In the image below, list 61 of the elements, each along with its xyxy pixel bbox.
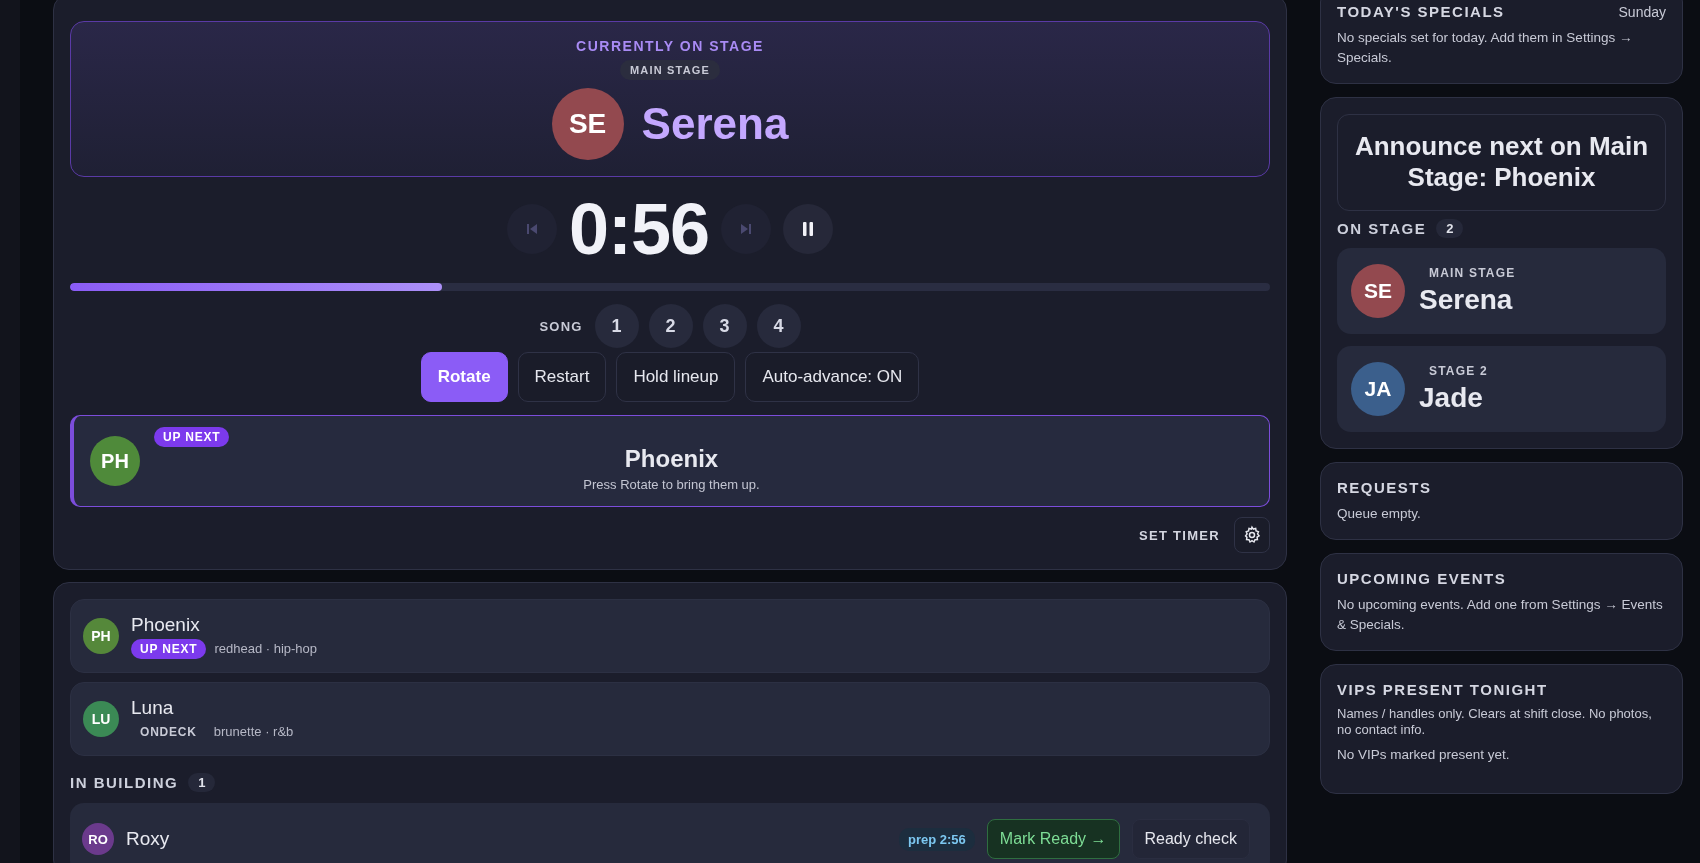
prep-timer: prep 2:56 bbox=[899, 827, 975, 851]
avatar: SE bbox=[551, 88, 624, 160]
performer-name: Serena bbox=[641, 99, 789, 149]
pause-button[interactable] bbox=[783, 204, 834, 254]
row-action-button[interactable]: Ready check bbox=[1131, 819, 1250, 859]
count-badge: 2 bbox=[1436, 218, 1464, 238]
up-next-badge: UP NEXT bbox=[154, 427, 230, 447]
note-text: Names / handles only. Clears at shift close. No photos, no contact info. bbox=[1337, 706, 1653, 738]
status-badge: UP NEXT bbox=[131, 638, 207, 659]
performer-name: Luna bbox=[131, 696, 175, 719]
performer-name: Serena bbox=[1419, 283, 1514, 316]
announce-text: Announce next on Main Stage: Phoenix bbox=[1337, 114, 1666, 211]
settings-button[interactable] bbox=[1234, 517, 1270, 553]
avatar: RO bbox=[82, 823, 114, 855]
song-label: SONG bbox=[539, 318, 583, 334]
song-button[interactable]: 2 bbox=[648, 304, 693, 348]
performer-name: Roxy bbox=[126, 828, 171, 850]
card-text: No VIPs marked present yet. bbox=[1337, 746, 1511, 765]
timer-display: 0:56 bbox=[568, 188, 710, 270]
row-action-button[interactable]: Mark Ready → bbox=[986, 819, 1120, 859]
song-button[interactable]: 1 bbox=[594, 304, 639, 348]
hint-text: Press Rotate to bring them up. bbox=[583, 476, 760, 492]
action-button[interactable]: Hold lineup bbox=[616, 352, 736, 402]
skip-back-icon bbox=[524, 222, 539, 236]
pause-icon bbox=[801, 221, 816, 237]
avatar: LU bbox=[83, 701, 119, 737]
set-timer-label: SET TIMER bbox=[1138, 527, 1220, 543]
hero-label: CURRENTLY ON STAGE bbox=[576, 38, 764, 54]
avatar: PH bbox=[90, 436, 140, 486]
tags-text: brunette · r&b bbox=[213, 724, 294, 739]
card-text: No upcoming events. Add one from Settings → Events & Specials. bbox=[1337, 596, 1664, 634]
card-title: UPCOMING EVENTS bbox=[1337, 570, 1508, 588]
performer-name: Phoenix bbox=[131, 613, 201, 636]
count-badge: 1 bbox=[188, 773, 216, 792]
settings-icon bbox=[1242, 525, 1262, 545]
action-button[interactable]: Auto-advance: ON bbox=[745, 352, 920, 402]
performer-name: Jade bbox=[1419, 381, 1484, 414]
performer-name: Phoenix bbox=[624, 444, 719, 473]
action-button[interactable]: Restart bbox=[517, 352, 607, 402]
card-title: TODAY'S SPECIALS bbox=[1337, 3, 1505, 20]
card-text: No specials set for today. Add them in Settings → Specials. bbox=[1337, 29, 1634, 67]
avatar: JA bbox=[1351, 361, 1405, 416]
card-title: REQUESTS bbox=[1337, 478, 1433, 496]
stage-label: STAGE 2 bbox=[1429, 363, 1488, 378]
day-label: Sunday bbox=[1618, 4, 1666, 20]
section-label: IN BUILDING bbox=[70, 774, 179, 791]
song-button[interactable]: 3 bbox=[702, 304, 747, 348]
avatar: SE bbox=[1351, 263, 1405, 318]
card-title: VIPS PRESENT TONIGHT bbox=[1337, 681, 1549, 699]
lineup-row[interactable]: PH Phoenix UP NEXT redhead · hip-hop bbox=[70, 599, 1270, 673]
avatar: PH bbox=[83, 618, 119, 654]
card-text: Queue empty. bbox=[1337, 504, 1422, 523]
action-button[interactable]: Rotate bbox=[420, 352, 508, 402]
tags-text: redhead · hip-hop bbox=[214, 641, 318, 656]
lineup-row[interactable]: LU Luna ONDECK brunette · r&b bbox=[70, 682, 1270, 756]
skip-forward-icon bbox=[739, 222, 754, 236]
stage-label: MAIN STAGE bbox=[619, 60, 721, 80]
song-button[interactable]: 4 bbox=[756, 304, 801, 348]
section-label: ON STAGE bbox=[1337, 219, 1427, 237]
status-label: ONDECK bbox=[139, 723, 198, 741]
stage-label: MAIN STAGE bbox=[1429, 265, 1516, 280]
